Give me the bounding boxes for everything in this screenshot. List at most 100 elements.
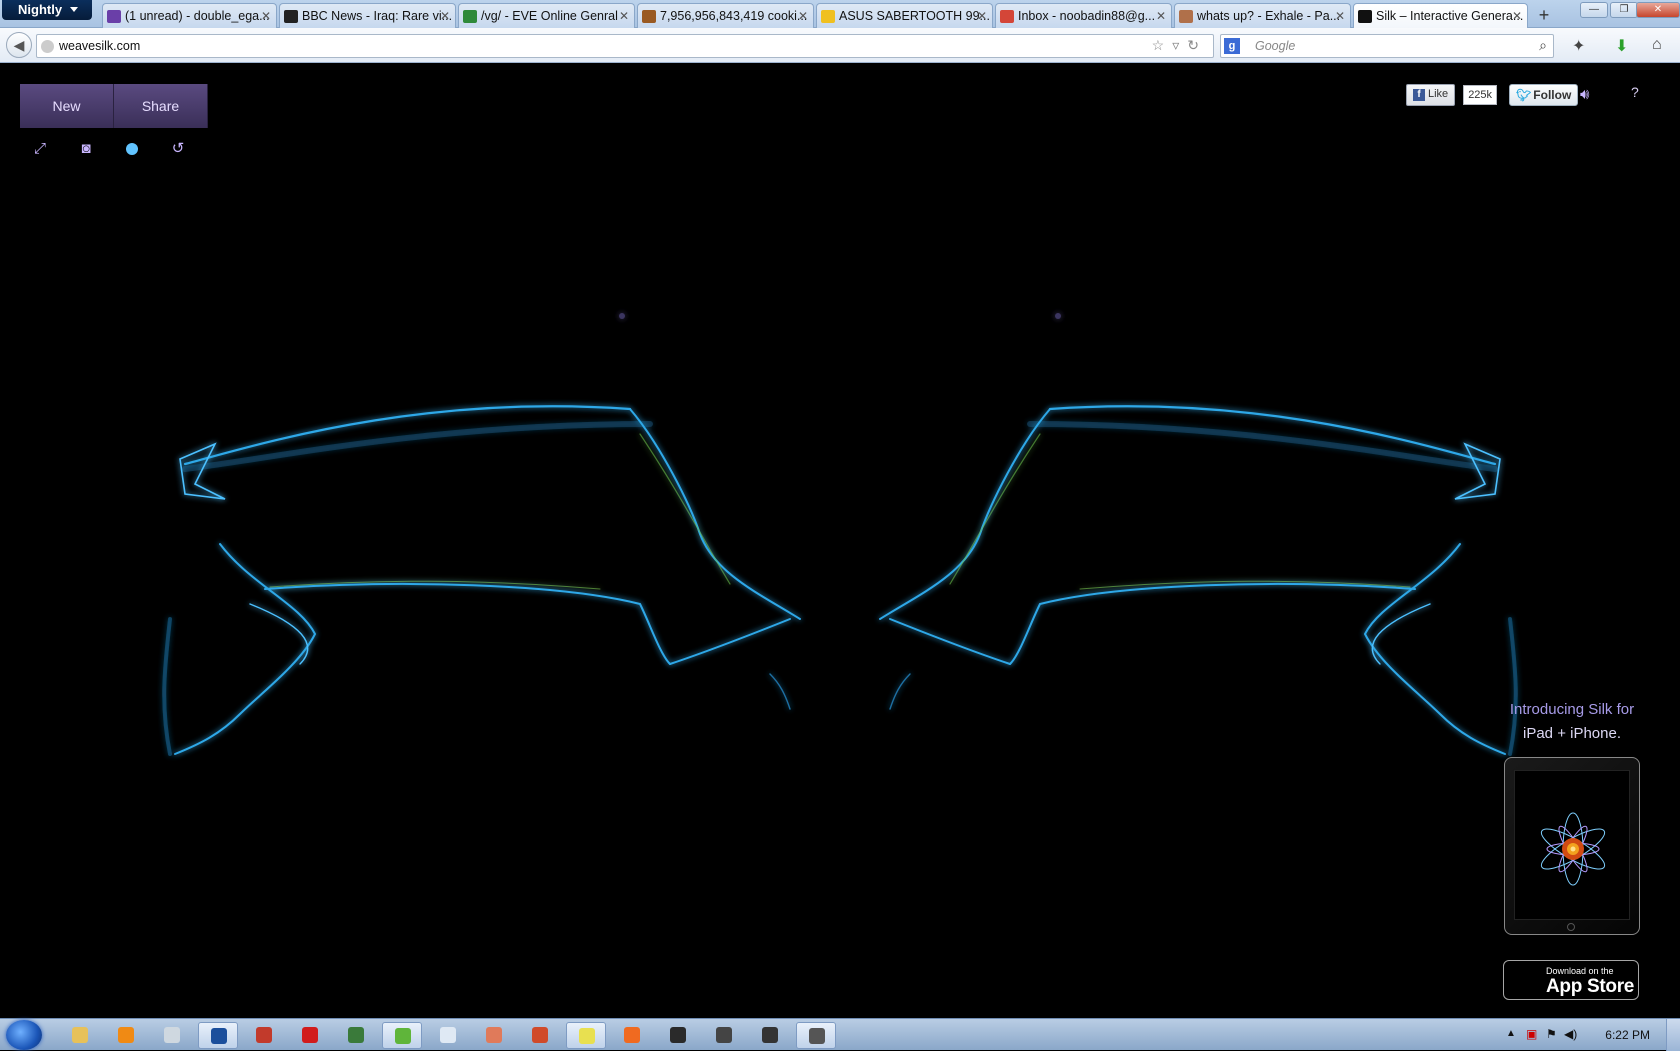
fullscreen-icon[interactable]: ⤢ [30,139,50,159]
tab-close-icon[interactable]: ✕ [1335,9,1345,23]
tab[interactable]: Silk – Interactive Genera... ✕ [1353,3,1528,29]
taskbar-app[interactable] [428,1022,468,1049]
sound-icon[interactable]: 🔊︎ [1580,86,1589,103]
close-window-button[interactable]: ✕ [1636,2,1680,18]
tab-title: Inbox - noobadin88@g... [1018,9,1156,23]
like-count: 225k [1463,85,1498,105]
volume-icon[interactable]: ◀) [1564,1027,1577,1041]
share-button[interactable]: Share [114,84,208,128]
taskbar-app[interactable] [658,1022,698,1049]
camera-icon[interactable]: ◙ [76,139,96,159]
game-icon [670,1027,686,1043]
monitor-icon [348,1027,364,1043]
taskbar-app[interactable] [198,1022,238,1049]
tray-expand-icon[interactable]: ▲ [1506,1028,1516,1039]
taskbar-app[interactable] [152,1022,192,1049]
tab-favicon-icon [284,10,298,23]
app-store-badge[interactable]: Download on the App Store [1503,960,1639,1000]
search-bar[interactable]: g Google ⌕ [1220,34,1554,58]
action-center-icon[interactable]: ⚑ [1546,1027,1557,1041]
promo-line-1: Introducing Silk for [1509,701,1635,718]
clock[interactable]: 6:22 PM [1605,1028,1650,1042]
taskbar-app[interactable] [336,1022,376,1049]
follow-label: Follow [1533,88,1572,102]
ios-promo[interactable]: Introducing Silk for iPad + iPhone. [1496,698,1648,746]
appstore-big-text: App Store [1546,976,1635,997]
tab-close-icon[interactable]: ✕ [440,9,450,23]
new-button[interactable]: New [20,84,114,128]
taskbar-app[interactable] [244,1022,284,1049]
tab[interactable]: Inbox - noobadin88@g... ✕ [995,3,1172,28]
silk-menu: New Share [20,84,208,128]
facebook-icon: f [1413,89,1425,101]
tab-close-icon[interactable]: ✕ [1512,9,1522,23]
tab[interactable]: /vg/ - EVE Online Genral ✕ [458,3,635,28]
app-menu-button[interactable]: Nightly [2,0,92,20]
origin-icon [624,1027,640,1043]
tab-close-icon[interactable]: ✕ [619,9,629,23]
tab[interactable]: whats up? - Exhale - Pa... ✕ [1174,3,1351,28]
tab-favicon-icon [1179,10,1193,23]
twitter-follow-button[interactable]: 🐦︎ Follow [1509,84,1579,106]
taskbar-app[interactable] [796,1022,836,1049]
hotspot-icon [302,1027,318,1043]
tool-icon [762,1027,778,1043]
reload-icon[interactable]: ↻ [1187,37,1207,53]
tab-favicon-icon [1000,10,1014,23]
tab-close-icon[interactable]: ✕ [1156,9,1166,23]
taskbar-app[interactable] [106,1022,146,1049]
bookmark-star-icon[interactable]: ☆ [1152,37,1173,53]
tab-title: 7,956,956,843,419 cooki... [660,9,808,23]
url-bar[interactable]: weavesilk.com ☆▿↻ [36,34,1214,58]
tab[interactable]: (1 unread) - double_ega... ✕ [102,3,277,28]
taskbar-app[interactable] [520,1022,560,1049]
paint-icon [486,1027,502,1043]
silk-toolbar: ⤢ ◙ ↺ [30,139,188,159]
home-icon[interactable]: ⌂ [1652,36,1662,54]
tab[interactable]: ASUS SABERTOOTH 99... ✕ [816,3,993,28]
appstore-small-text: Download on the [1546,966,1614,976]
undo-icon[interactable]: ↺ [168,139,188,159]
alienware-icon [164,1027,180,1043]
search-icon[interactable]: ⌕ [1539,37,1547,54]
tab-title: BBC News - Iraq: Rare vi... [302,9,453,23]
tab-favicon-icon [463,10,477,23]
taskbar-app[interactable] [474,1022,514,1049]
taskbar-app[interactable] [290,1022,330,1049]
download-icon[interactable]: ⬇ [1615,36,1628,56]
tab-close-icon[interactable]: ✕ [261,9,271,23]
tab-close-icon[interactable]: ✕ [798,9,808,23]
back-button[interactable]: ◀ [6,32,32,58]
chevron-down-icon [70,7,78,12]
ipad-image[interactable] [1504,757,1640,935]
silk-strands-left [162,313,801,756]
silk-drawing-canvas[interactable] [0,64,1680,1018]
taskbar-app[interactable] [612,1022,652,1049]
audio-icon [532,1027,548,1043]
like-label: Like [1428,88,1449,100]
tab[interactable]: BBC News - Iraq: Rare vi... ✕ [279,3,456,28]
taskbar-app[interactable] [750,1022,790,1049]
taskbar-app[interactable] [382,1022,422,1049]
tab[interactable]: 7,956,956,843,419 cooki... ✕ [637,3,814,28]
help-button[interactable]: ? [1631,84,1639,100]
ipad-screen [1514,770,1630,920]
show-desktop-button[interactable] [1666,1019,1680,1051]
minimize-button[interactable]: — [1580,2,1608,18]
taskbar-app[interactable] [60,1022,100,1049]
tab-close-icon[interactable]: ✕ [977,9,987,23]
dropdown-icon[interactable]: ▿ [1172,37,1187,53]
taskbar-app[interactable] [566,1022,606,1049]
vlc-icon [118,1027,134,1043]
restore-button[interactable]: ❐ [1610,2,1638,18]
new-tab-button[interactable]: + [1532,4,1556,26]
google-icon[interactable]: g [1224,38,1240,54]
start-button[interactable] [6,1020,42,1050]
bookmarks-icon[interactable]: ✦ [1572,36,1585,56]
network-icon[interactable]: ▣ [1526,1027,1537,1041]
facebook-like-button[interactable]: f Like [1406,84,1456,106]
taskbar-app[interactable] [704,1022,744,1049]
tab-favicon-icon [1358,10,1372,23]
color-dot-icon[interactable] [122,139,142,159]
app-icon [256,1027,272,1043]
